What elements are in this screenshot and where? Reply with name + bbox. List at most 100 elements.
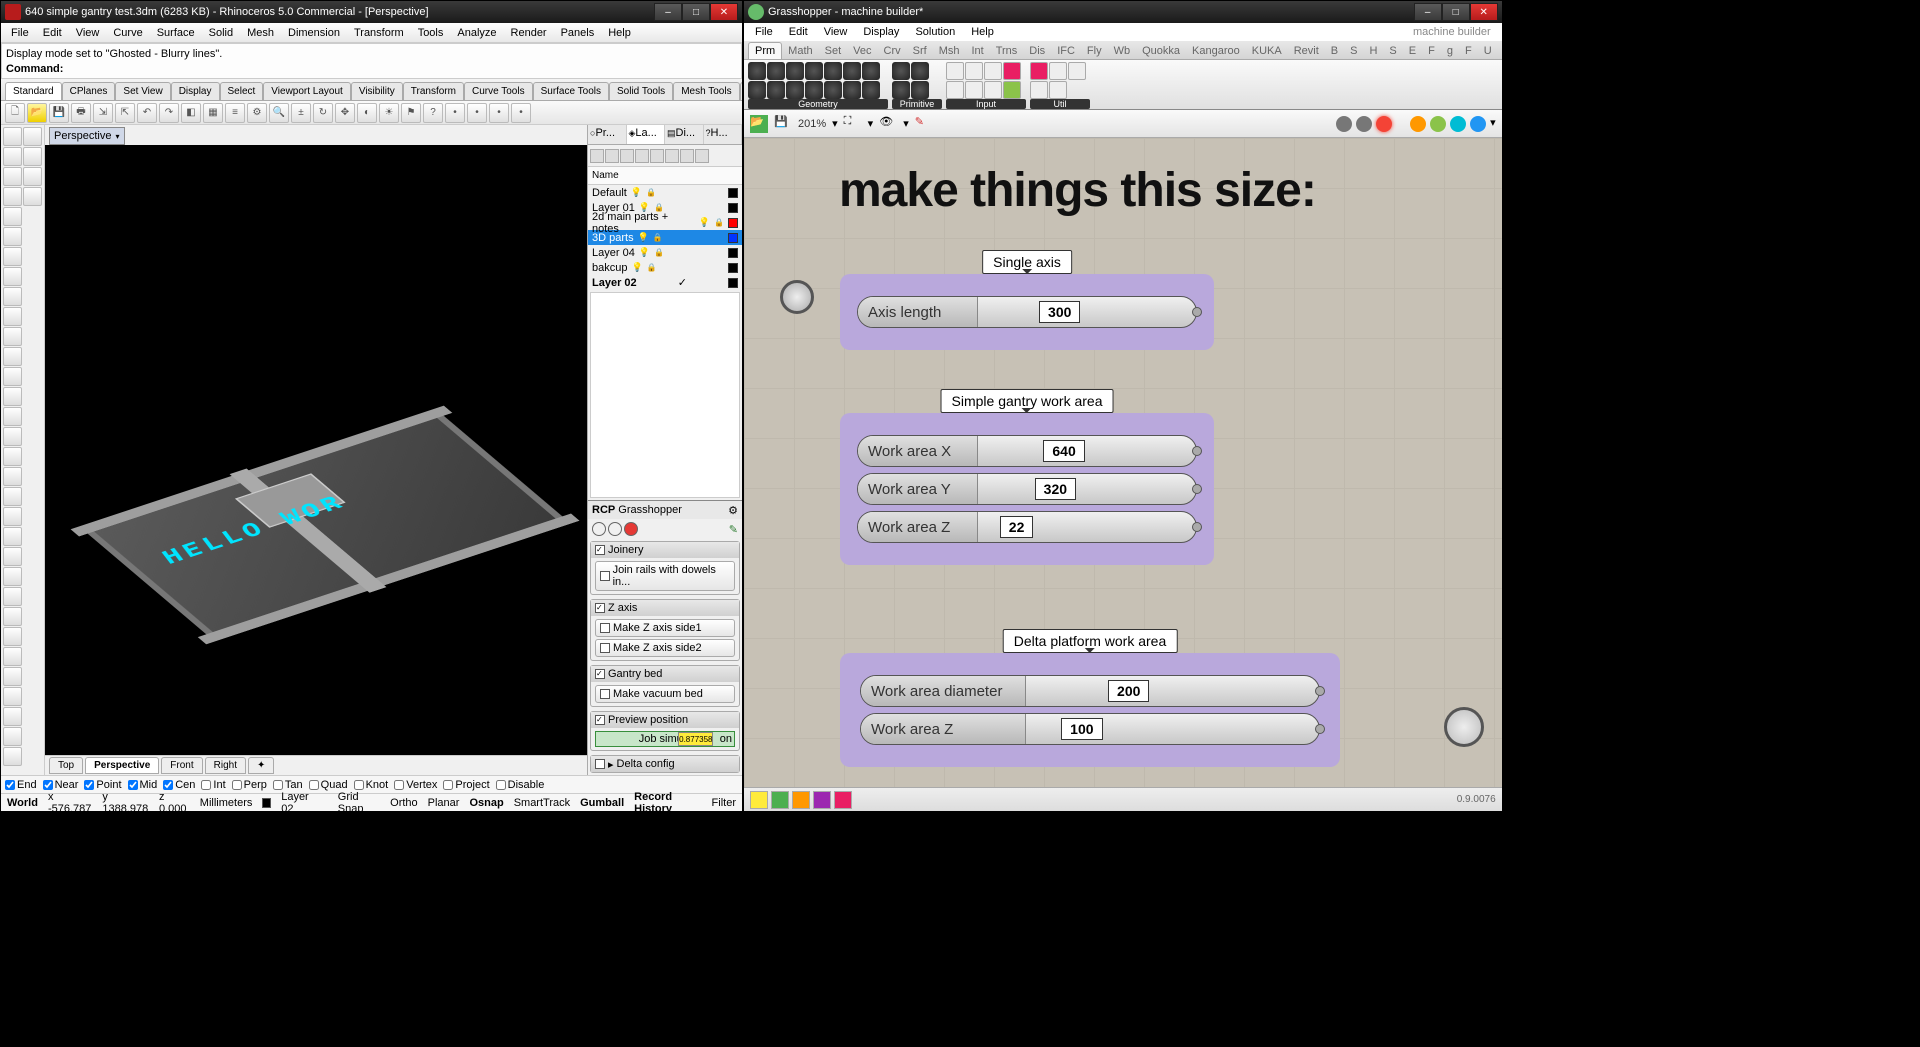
slider-output[interactable] [1192, 484, 1202, 494]
minimize-button[interactable]: – [1414, 3, 1442, 21]
component-icon[interactable] [862, 62, 880, 80]
layer-row[interactable]: Default💡🔒 [588, 185, 742, 200]
group-gantry[interactable]: Simple gantry work area Work area X 640 … [840, 413, 1214, 565]
cherry-icon[interactable] [1030, 62, 1048, 80]
slider-output[interactable] [1315, 686, 1325, 696]
tab-surface-tools[interactable]: Surface Tools [533, 82, 609, 100]
open-icon[interactable]: 📂 [27, 103, 47, 123]
cat-tab[interactable]: Math [782, 43, 818, 59]
component-icon[interactable] [965, 81, 983, 99]
hide-icon[interactable] [23, 167, 42, 186]
osnap-mid[interactable]: Mid [128, 779, 158, 791]
osnap-near[interactable]: Near [43, 779, 79, 791]
component-icon[interactable] [984, 81, 1002, 99]
group-label[interactable]: Simple gantry work area [941, 389, 1114, 413]
tab-render-tools[interactable]: Render Tools [740, 82, 742, 100]
minimize-button[interactable]: – [654, 3, 682, 21]
dot-icon[interactable] [592, 522, 606, 536]
component-icon[interactable] [786, 62, 804, 80]
component-icon[interactable] [1049, 62, 1067, 80]
slider-output[interactable] [1192, 307, 1202, 317]
pt-layers[interactable]: ◈La... [627, 125, 666, 144]
tools-icon[interactable] [680, 149, 694, 163]
render-icon[interactable]: ☀ [379, 103, 399, 123]
pencil-icon[interactable]: ✎ [729, 523, 738, 536]
cplane-icon[interactable]: ◧ [181, 103, 201, 123]
offset-icon[interactable] [3, 607, 22, 626]
menu-view[interactable]: View [70, 25, 106, 41]
import-icon[interactable]: ⇲ [93, 103, 113, 123]
eye-icon[interactable]: 👁 [879, 115, 897, 133]
preview-quality-icon[interactable] [1410, 116, 1426, 132]
vt-add[interactable]: ✦ [248, 757, 274, 774]
layer-row[interactable]: 2d main parts + notes💡🔒 [588, 215, 742, 230]
extrude-icon[interactable] [3, 647, 22, 666]
cat-tab[interactable]: F [1422, 43, 1441, 59]
cat-tab[interactable]: g [1441, 43, 1459, 59]
menu-solution[interactable]: Solution [908, 25, 962, 39]
menu-file[interactable]: File [748, 25, 780, 39]
status-layer[interactable]: Layer 02 [281, 791, 318, 815]
cat-tab[interactable]: Kangaroo [1186, 43, 1246, 59]
save-icon[interactable]: 💾 [49, 103, 69, 123]
osnap-vertex[interactable]: Vertex [394, 779, 437, 791]
cat-tab[interactable]: S [1344, 43, 1363, 59]
split-icon[interactable] [3, 467, 22, 486]
tool-icon[interactable]: • [445, 103, 465, 123]
cat-tab-prm[interactable]: Prm [748, 42, 782, 59]
status-gumball[interactable]: Gumball [580, 797, 624, 809]
component-icon[interactable] [748, 81, 766, 99]
gh-titlebar[interactable]: Grasshopper - machine builder* – □ ✕ [744, 1, 1502, 23]
text-icon[interactable] [3, 747, 22, 766]
osnap-cen[interactable]: Cen [163, 779, 195, 791]
component-icon[interactable] [786, 81, 804, 99]
cat-tab[interactable]: Vec [847, 43, 877, 59]
scale-icon[interactable] [3, 547, 22, 566]
osnap-disable[interactable]: Disable [496, 779, 545, 791]
zoom-extents-icon[interactable]: ⛶ [844, 115, 862, 133]
maximize-button[interactable]: □ [1442, 3, 1470, 21]
tool-icon[interactable]: • [467, 103, 487, 123]
move-up-icon[interactable] [635, 149, 649, 163]
component-icon[interactable] [984, 62, 1002, 80]
preview-off-icon[interactable] [1336, 116, 1352, 132]
close-button[interactable]: ✕ [1470, 3, 1498, 21]
component-icon[interactable] [862, 81, 880, 99]
gear-icon[interactable]: ⚙ [728, 504, 738, 517]
vt-top[interactable]: Top [49, 757, 83, 774]
help-icon[interactable]: ? [423, 103, 443, 123]
open-icon[interactable]: 📂 [750, 115, 768, 133]
cat-tab[interactable]: Wb [1108, 43, 1137, 59]
doc-name[interactable]: machine builder [1406, 25, 1498, 39]
cat-tab[interactable]: KUKA [1246, 43, 1288, 59]
curve-icon[interactable] [3, 287, 22, 306]
cat-tab[interactable]: U [1478, 43, 1498, 59]
menu-analyze[interactable]: Analyze [451, 25, 502, 41]
tab-transform[interactable]: Transform [403, 82, 464, 100]
polygon-icon[interactable] [3, 327, 22, 346]
menu-help[interactable]: Help [964, 25, 1001, 39]
ellipse-icon[interactable] [3, 307, 22, 326]
rotate-icon[interactable] [3, 527, 22, 546]
status-smarttrack[interactable]: SmartTrack [514, 797, 570, 809]
tab-visibility[interactable]: Visibility [351, 82, 403, 100]
status-units[interactable]: Millimeters [200, 797, 253, 809]
show-icon[interactable] [23, 187, 42, 206]
group-icon[interactable]: ▦ [203, 103, 223, 123]
point-edit-icon[interactable] [23, 147, 42, 166]
cat-tab[interactable]: Srf [907, 43, 933, 59]
osnap-end[interactable]: End [5, 779, 37, 791]
component-icon[interactable] [824, 62, 842, 80]
gh-dock-title[interactable]: RCP Grasshopper⚙ [588, 501, 742, 519]
tab-display[interactable]: Display [171, 82, 220, 100]
loft-icon[interactable] [3, 667, 22, 686]
trim-icon[interactable] [3, 447, 22, 466]
help-icon[interactable] [695, 149, 709, 163]
slider-work-area-y[interactable]: Work area Y 320 [857, 473, 1197, 505]
delete-layer-icon[interactable] [620, 149, 634, 163]
group-label[interactable]: Single axis [982, 250, 1072, 274]
gh-button[interactable]: Make Z axis side1 [595, 619, 735, 637]
status-planar[interactable]: Planar [428, 797, 460, 809]
osnap-quad[interactable]: Quad [309, 779, 348, 791]
menu-solid[interactable]: Solid [203, 25, 239, 41]
